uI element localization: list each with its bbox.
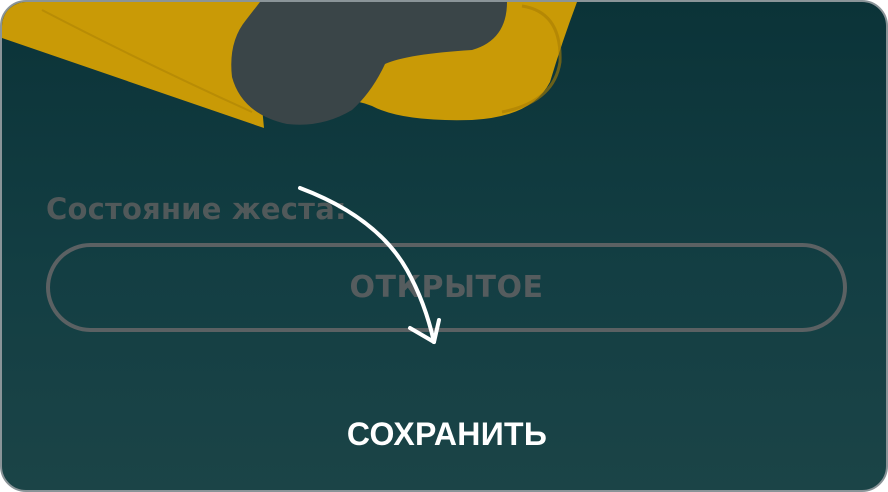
hand-gesture-illustration xyxy=(2,2,577,128)
save-button-label: СОХРАНИТЬ xyxy=(346,415,548,452)
gesture-state-card: Состояние жеста: ОТКРЫТОЕ СОХРАНИТЬ xyxy=(0,0,888,492)
gesture-state-button[interactable]: ОТКРЫТОЕ xyxy=(46,243,847,332)
gesture-state-label: Состояние жеста: xyxy=(46,192,347,226)
gesture-state-value: ОТКРЫТОЕ xyxy=(349,270,544,305)
save-button[interactable]: СОХРАНИТЬ xyxy=(322,404,572,464)
